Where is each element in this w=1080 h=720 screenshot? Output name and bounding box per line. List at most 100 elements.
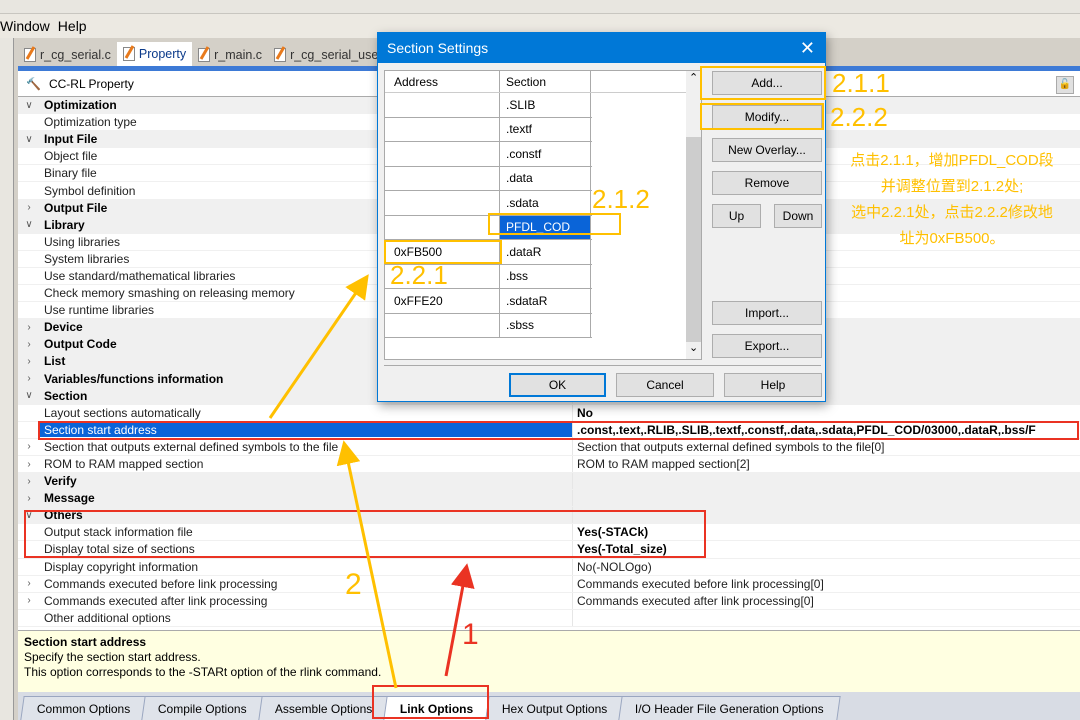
address-cell[interactable] — [385, 166, 500, 190]
option-tab[interactable]: Common Options — [20, 696, 148, 720]
panel-title: CC-RL Property — [48, 76, 134, 91]
chevron-right-icon[interactable]: › — [18, 322, 40, 333]
annotation-box-pfdl — [488, 213, 621, 235]
column-address: Address — [385, 71, 500, 92]
property-value[interactable]: Commands executed after link processing[… — [572, 592, 1080, 609]
property-row[interactable]: › Commands executed before link processin… — [18, 575, 1080, 593]
section-cell[interactable]: .sdataR — [500, 289, 591, 313]
chevron-down-icon[interactable]: ∨ — [18, 390, 40, 401]
property-row[interactable]: › Commands executed after link processing… — [18, 592, 1080, 610]
section-row[interactable]: .sbss — [385, 313, 592, 338]
annotation-note: 点击2.1.1，增加PFDL_COD段 并调整位置到2.1.2处; 选中2.2.… — [826, 148, 1078, 252]
section-cell[interactable]: .constf — [500, 142, 591, 166]
property-name: ROM to RAM mapped section — [44, 457, 204, 472]
property-value[interactable]: No(-NOLOgo) — [572, 558, 1080, 575]
export-button[interactable]: Export... — [712, 334, 822, 358]
address-cell[interactable] — [385, 191, 500, 215]
file-tab[interactable]: r_main.c — [192, 44, 268, 66]
property-row[interactable]: Layout sections automatically No — [18, 404, 1080, 422]
option-tab[interactable]: Hex Output Options — [485, 696, 624, 720]
section-cell[interactable]: .textf — [500, 117, 591, 141]
option-tab-label: I/O Header File Generation Options — [635, 701, 824, 716]
chevron-right-icon[interactable]: › — [18, 493, 40, 504]
section-row[interactable]: .constf — [385, 142, 592, 167]
chevron-right-icon[interactable]: › — [18, 595, 40, 606]
option-tab-label: Compile Options — [158, 701, 248, 716]
scrollbar-thumb[interactable] — [686, 137, 701, 342]
menu-help[interactable]: Help — [58, 18, 95, 34]
property-category[interactable]: › Message — [18, 490, 1080, 508]
property-value[interactable]: No — [572, 404, 1080, 421]
property-category[interactable]: › Verify — [18, 473, 1080, 491]
cancel-button[interactable]: Cancel — [616, 373, 714, 397]
address-cell[interactable] — [385, 142, 500, 166]
section-cell[interactable]: .data — [500, 166, 591, 190]
remove-button[interactable]: Remove — [712, 171, 822, 195]
section-cell[interactable]: .dataR — [500, 240, 591, 264]
annotation-box-section-start — [38, 421, 1079, 440]
annotation-label: 2.2.1 — [390, 260, 448, 290]
chevron-right-icon[interactable]: › — [18, 578, 40, 589]
chevron-right-icon[interactable]: › — [18, 459, 40, 470]
close-icon[interactable]: ✕ — [800, 38, 815, 59]
property-row[interactable]: Display copyright information No(-NOLOgo) — [18, 558, 1080, 576]
address-cell[interactable] — [385, 117, 500, 141]
scroll-down-icon[interactable]: ⌄ — [689, 341, 698, 354]
file-icon — [24, 48, 36, 62]
up-button[interactable]: Up — [712, 204, 761, 228]
annotation-box-others — [24, 510, 706, 558]
ok-button[interactable]: OK — [509, 373, 606, 397]
chevron-right-icon[interactable]: › — [18, 476, 40, 487]
menu-window[interactable]: Window — [0, 18, 58, 34]
chevron-right-icon[interactable]: › — [18, 339, 40, 350]
scroll-up-icon[interactable]: ⌃ — [689, 71, 698, 84]
address-cell[interactable]: 0xFFE20 — [385, 289, 500, 313]
annotation-box-modify — [700, 103, 824, 130]
chevron-right-icon[interactable]: › — [18, 441, 40, 452]
file-tab[interactable]: Property — [116, 42, 193, 66]
property-value[interactable] — [572, 473, 1080, 490]
property-name: Other additional options — [44, 610, 171, 625]
address-cell[interactable] — [385, 215, 500, 239]
property-value[interactable]: ROM to RAM mapped section[2] — [572, 455, 1080, 473]
import-button[interactable]: Import... — [712, 301, 822, 325]
section-row[interactable]: .sdata — [385, 191, 592, 216]
option-tab[interactable]: I/O Header File Generation Options — [618, 696, 841, 720]
property-value[interactable]: Section that outputs external defined sy… — [572, 438, 1080, 455]
option-tab[interactable]: Compile Options — [141, 696, 264, 720]
section-row[interactable]: .data — [385, 166, 592, 191]
help-button[interactable]: Help — [724, 373, 822, 397]
lock-icon[interactable]: 🔓 — [1056, 76, 1074, 94]
down-button[interactable]: Down — [774, 204, 822, 228]
property-row[interactable]: › ROM to RAM mapped section ROM to RAM map… — [18, 455, 1080, 474]
new-overlay-button[interactable]: New Overlay... — [712, 138, 822, 162]
property-value[interactable] — [572, 490, 1080, 507]
chevron-right-icon[interactable]: › — [18, 202, 40, 213]
chevron-down-icon[interactable]: ∨ — [18, 100, 40, 111]
property-name: Verify — [44, 474, 77, 489]
option-tabs: Common Options Compile Options Assemble Op… — [18, 692, 1080, 720]
property-row[interactable]: Other additional options — [18, 609, 1080, 627]
property-row[interactable]: › Section that outputs external defined s… — [18, 438, 1080, 456]
chevron-right-icon[interactable]: › — [18, 373, 40, 384]
property-value[interactable] — [572, 609, 1080, 626]
note-line: 选中2.2.1处，点击2.2.2修改地 — [851, 204, 1053, 221]
chevron-down-icon[interactable]: ∨ — [18, 219, 40, 230]
section-row[interactable]: .textf — [385, 117, 592, 142]
address-cell[interactable] — [385, 313, 500, 337]
section-cell[interactable]: .SLIB — [500, 93, 591, 117]
section-row[interactable]: 0xFFE20 .sdataR — [385, 289, 592, 314]
section-cell[interactable]: .sdata — [500, 191, 591, 215]
section-row[interactable]: .SLIB — [385, 93, 592, 118]
property-value[interactable]: Commands executed before link processing… — [572, 575, 1080, 592]
file-tab[interactable]: r_cg_serial.c — [18, 44, 117, 66]
chevron-down-icon[interactable]: ∨ — [18, 134, 40, 145]
column-section: Section — [500, 71, 591, 92]
option-tab[interactable]: Assemble Options — [258, 696, 390, 720]
address-cell[interactable] — [385, 93, 500, 117]
section-cell[interactable]: .sbss — [500, 313, 591, 337]
section-cell[interactable]: .bss — [500, 264, 591, 288]
description-line: This option corresponds to the -STARt op… — [24, 665, 382, 679]
chevron-right-icon[interactable]: › — [18, 356, 40, 367]
hammer-icon: 🔨 — [26, 76, 41, 91]
